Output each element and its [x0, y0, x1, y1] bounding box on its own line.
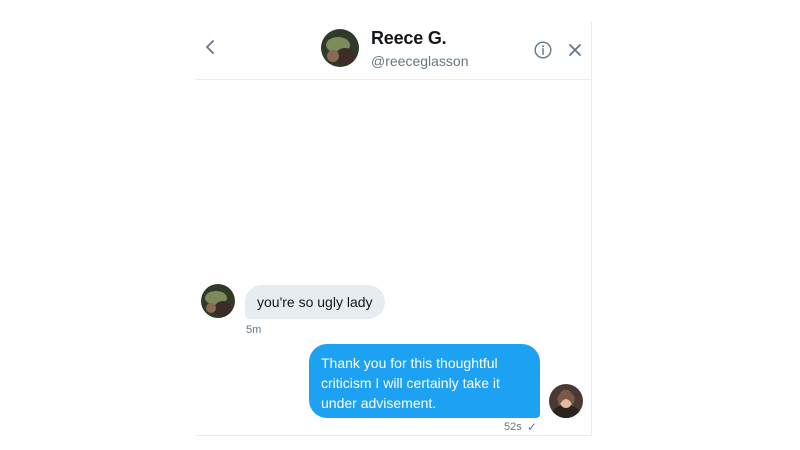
outgoing-message-bubble[interactable]: Thank you for this thoughtful criticism … — [309, 344, 540, 418]
conversation-name[interactable]: Reece G. — [371, 28, 447, 49]
avatar-image — [549, 384, 583, 418]
chevron-left-icon[interactable] — [202, 37, 218, 57]
check-icon: ✓ — [527, 420, 538, 434]
avatar-image — [201, 284, 235, 318]
own-avatar[interactable] — [549, 384, 583, 418]
avatar-image — [321, 29, 359, 67]
incoming-message-time: 5m — [246, 324, 262, 336]
avatar[interactable] — [321, 29, 359, 67]
sender-avatar[interactable] — [201, 284, 235, 318]
dm-conversation-window: Reece G. @reeceglasson you're so ugly la… — [196, 22, 592, 436]
outgoing-message-time: 52s — [504, 421, 522, 433]
conversation-header: Reece G. @reeceglasson — [196, 22, 592, 80]
incoming-message-bubble[interactable]: you're so ugly lady — [245, 285, 385, 319]
info-icon[interactable] — [534, 41, 552, 59]
conversation-handle: @reeceglasson — [371, 53, 469, 69]
close-icon[interactable] — [568, 43, 582, 57]
